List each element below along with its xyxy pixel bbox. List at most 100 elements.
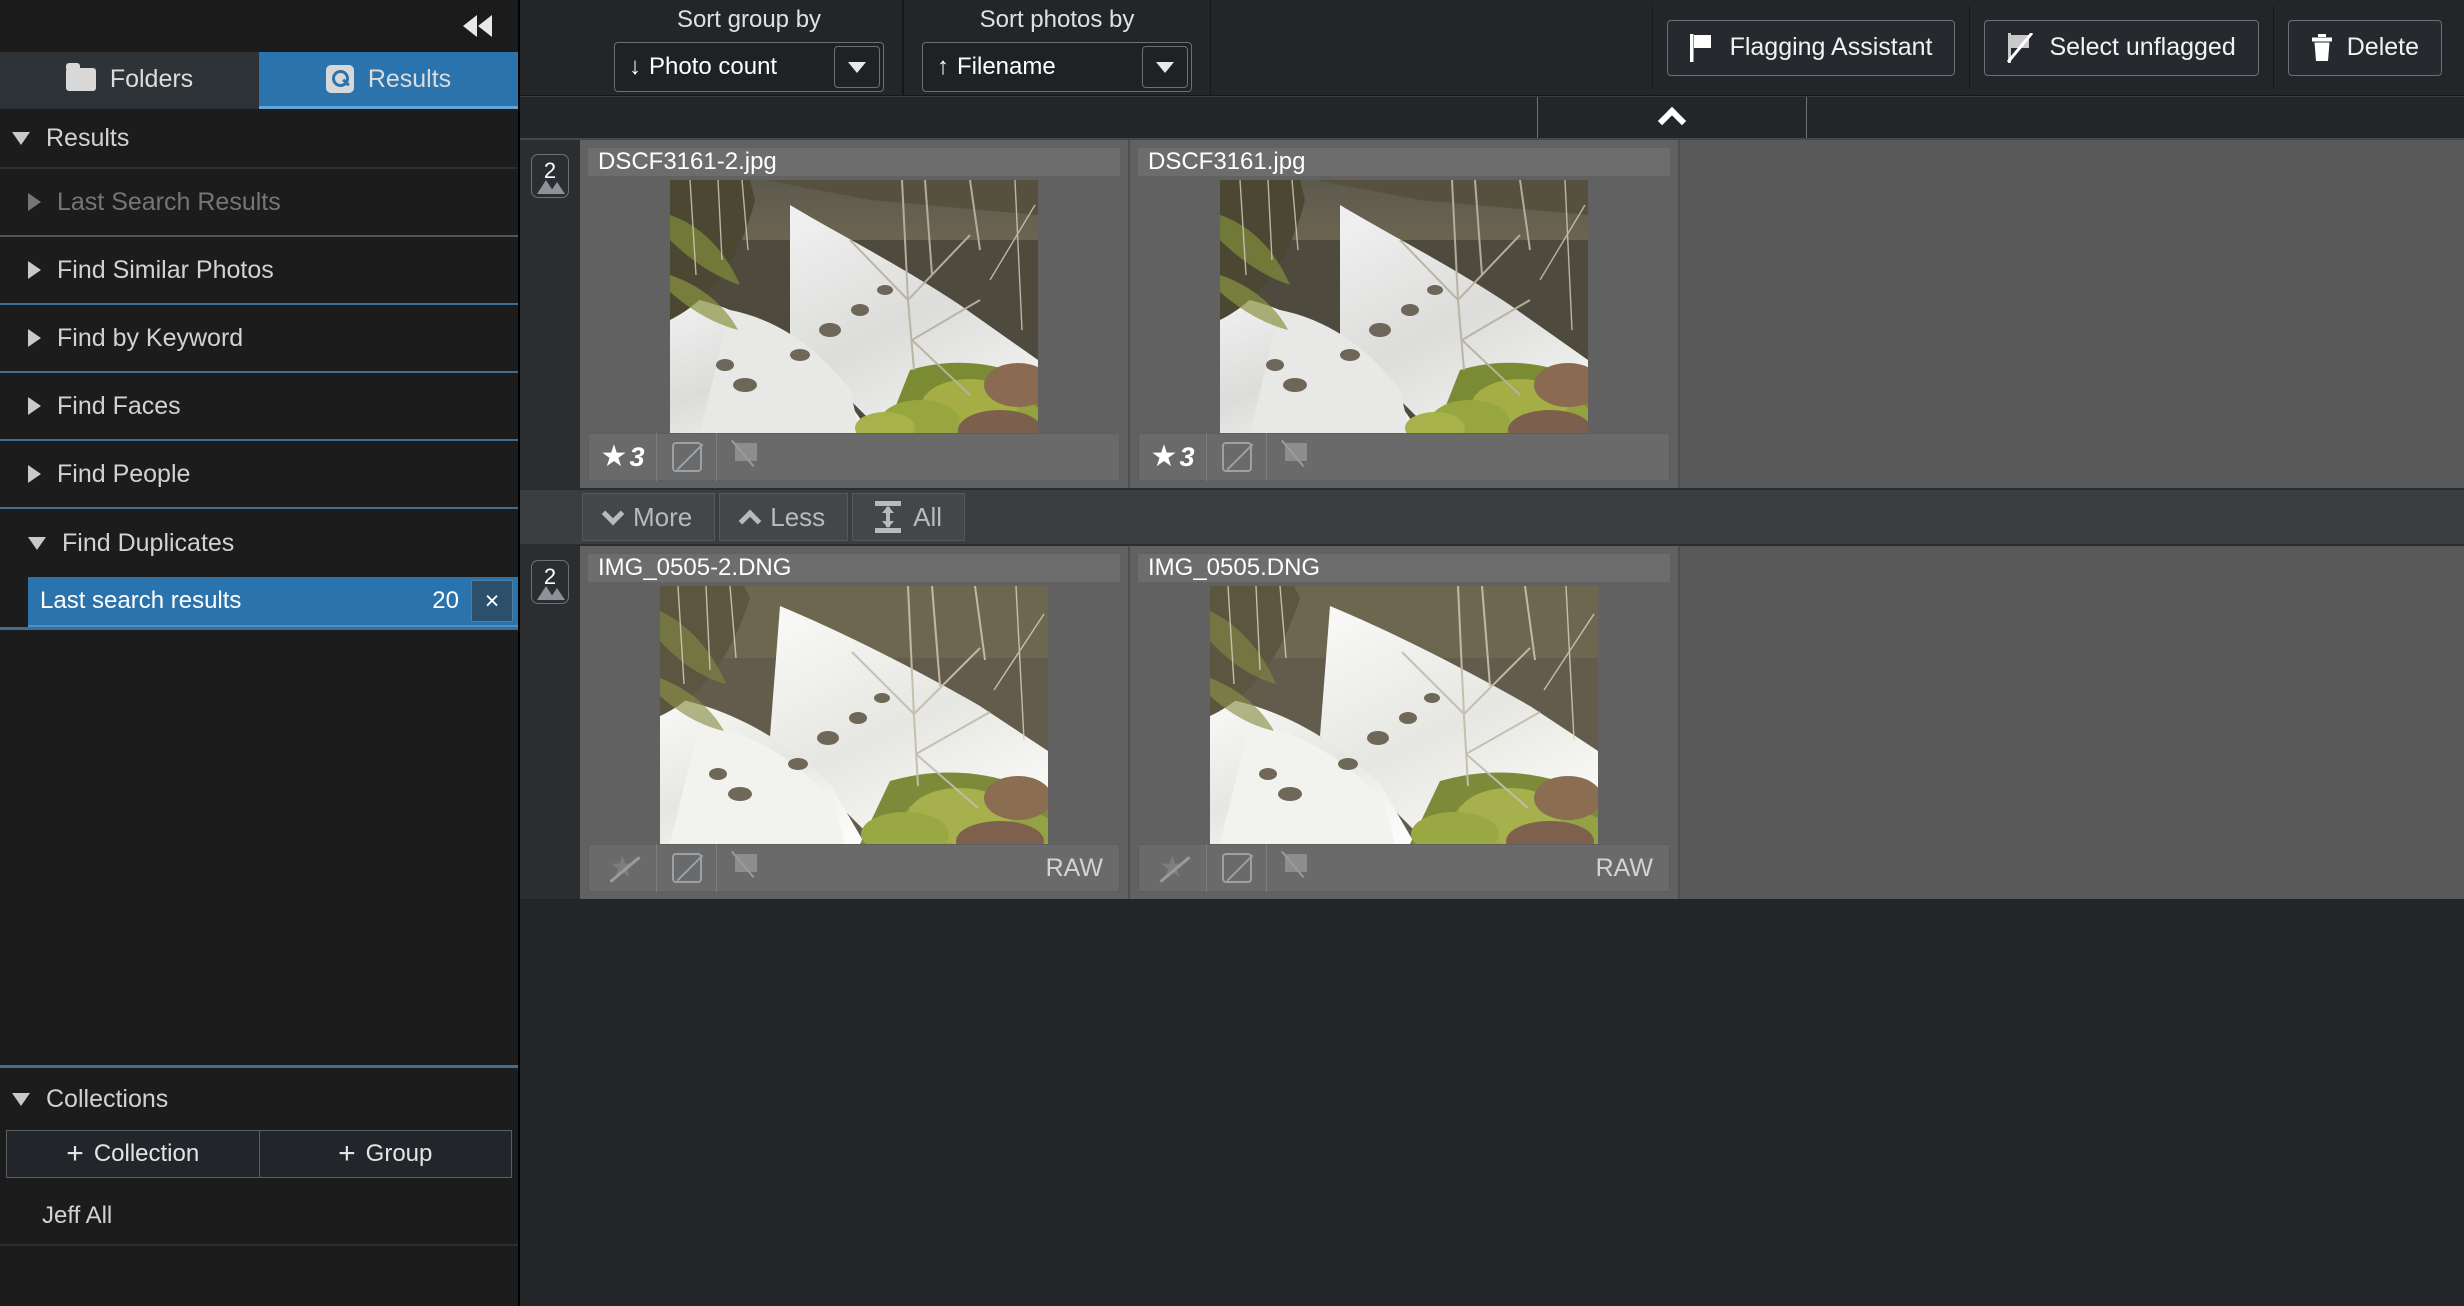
group-count-badge: 2 [531,560,569,604]
square-slashed-icon [1222,442,1252,472]
flag-button[interactable] [1267,844,1329,892]
color-label-button[interactable] [657,844,717,892]
color-label-button[interactable] [1207,844,1267,892]
rating-control[interactable]: ★ 3 [1139,433,1207,481]
photo-filename-bar[interactable]: IMG_0505-2.DNG [588,554,1120,582]
photo-cell[interactable]: IMG_0505-2.DNG [580,546,1130,899]
tab-results-label: Results [368,65,451,94]
chevron-right-icon [28,193,41,211]
star-slashed-icon: ★ [1159,853,1186,883]
photo-thumbnail[interactable] [660,586,1048,844]
photo-mountain-icon [536,178,566,194]
sort-group-by-dropdown-button[interactable] [834,46,880,88]
color-label-button[interactable] [657,433,717,481]
flag-button[interactable] [1267,433,1329,481]
add-collection-button[interactable]: + Collection [6,1130,260,1178]
photo-filename: DSCF3161-2.jpg [598,148,777,176]
photo-thumbnail[interactable] [670,180,1038,433]
rating-control[interactable]: ★ [589,844,657,892]
selected-item-label: Last search results [28,587,432,615]
tab-folders[interactable]: Folders [0,52,259,109]
sort-group-by-caption: Sort group by [677,0,821,42]
tree-item-find-duplicates[interactable]: Find Duplicates [0,509,518,577]
results-tree: Results Last Search Results Find Similar… [0,109,518,630]
add-group-label: Group [366,1140,433,1168]
photo-mountain-icon [536,584,566,600]
tree-item-label: Find Faces [57,392,181,421]
chevron-down-icon [12,1093,30,1106]
show-less-label: Less [770,502,825,533]
sort-photos-by-select[interactable]: ↑ Filename [922,42,1192,92]
toolbar-actions: Flagging Assistant Select unflagged [1638,0,2464,95]
sort-group-by-select[interactable]: ↓ Photo count [614,42,884,92]
photo-actions-bar: ★ RAW [588,844,1120,892]
tree-item-find-faces[interactable]: Find Faces [0,373,518,441]
tree-item-label: Find Similar Photos [57,256,274,285]
show-all-button[interactable]: All [852,493,965,541]
sort-photos-by-dropdown-button[interactable] [1142,46,1188,88]
collection-item-jeff-all[interactable]: Jeff All [0,1188,518,1246]
chevron-right-icon [28,261,41,279]
collapse-sidebar-icon[interactable] [463,15,492,37]
sort-photos-by-caption: Sort photos by [980,0,1135,42]
show-more-button[interactable]: More [582,493,715,541]
divider [1969,6,1970,89]
tree-item-last-search-results-selected[interactable]: Last search results 20 × [28,577,518,627]
delete-button[interactable]: Delete [2288,20,2442,76]
select-unflagged-button[interactable]: Select unflagged [1984,20,2258,76]
flag-button[interactable] [717,433,779,481]
trash-icon [2311,34,2333,62]
sort-photos-by-section: Sort photos by ↑ Filename [903,0,1211,95]
tab-results[interactable]: Results [259,52,518,109]
show-less-button[interactable]: Less [719,493,848,541]
tree-item-find-similar-photos[interactable]: Find Similar Photos [0,237,518,305]
collections-header[interactable]: Collections [0,1068,518,1130]
rating-control[interactable]: ★ 3 [589,433,657,481]
color-label-button[interactable] [1207,433,1267,481]
photo-actions-bar: ★ 3 [588,433,1120,481]
collections-section: Collections + Collection + Group Jeff Al… [0,1065,518,1306]
toolbar-left-spacer [520,0,596,95]
photo-cell[interactable]: IMG_0505.DNG [1130,546,1680,899]
collapse-bar-right [1807,97,2464,138]
group-collapse-bar [520,96,2464,140]
photo-thumbnail[interactable] [1220,180,1588,433]
show-all-label: All [913,502,942,533]
chevron-down-icon [12,132,30,145]
tree-item-last-search-results[interactable]: Last Search Results [0,169,518,237]
collection-item-label: Jeff All [42,1202,112,1230]
flagging-assistant-button[interactable]: Flagging Assistant [1667,20,1956,76]
star-slashed-icon: ★ [609,853,636,883]
photo-filename-bar[interactable]: DSCF3161-2.jpg [588,148,1120,176]
toolbar-spacer [1211,0,1638,95]
tree-header-results[interactable]: Results [0,109,518,169]
close-icon[interactable]: × [471,580,513,622]
chevron-right-icon [28,329,41,347]
sort-group-by-value: Photo count [649,53,777,81]
photo-filename-bar[interactable]: DSCF3161.jpg [1138,148,1670,176]
collapse-groups-button[interactable] [1538,97,1807,138]
tree-item-find-by-keyword[interactable]: Find by Keyword [0,305,518,373]
photo-cell[interactable]: DSCF3161.jpg [1130,140,1680,488]
tree-item-find-people[interactable]: Find People [0,441,518,509]
rating-control[interactable]: ★ [1139,844,1207,892]
flag-slashed-icon [733,442,763,472]
flag-button[interactable] [717,844,779,892]
photo-thumbnail-wrap [1130,582,1678,844]
photo-group: 2 DSCF3161-2.jpg [520,140,2464,488]
collections-buttons: + Collection + Group [0,1130,518,1188]
add-group-button[interactable]: + Group [260,1130,513,1178]
photo-thumbnail[interactable] [1210,586,1598,844]
plus-icon: + [66,1139,84,1169]
groups-scroll-area[interactable]: 2 DSCF3161-2.jpg [520,140,2464,1306]
photo-cell[interactable]: DSCF3161-2.jpg [580,140,1130,488]
photo-actions-bar: ★ 3 [1138,433,1670,481]
photo-filename-bar[interactable]: IMG_0505.DNG [1138,554,1670,582]
flag-slashed-icon [2007,33,2035,63]
divider [1652,6,1653,89]
star-icon: ★ [1151,442,1178,472]
app-window: Folders Results Results Last Search Resu… [0,0,2464,1306]
square-slashed-icon [672,442,702,472]
sort-direction-up-icon: ↑ [937,53,949,81]
square-slashed-icon [1222,853,1252,883]
